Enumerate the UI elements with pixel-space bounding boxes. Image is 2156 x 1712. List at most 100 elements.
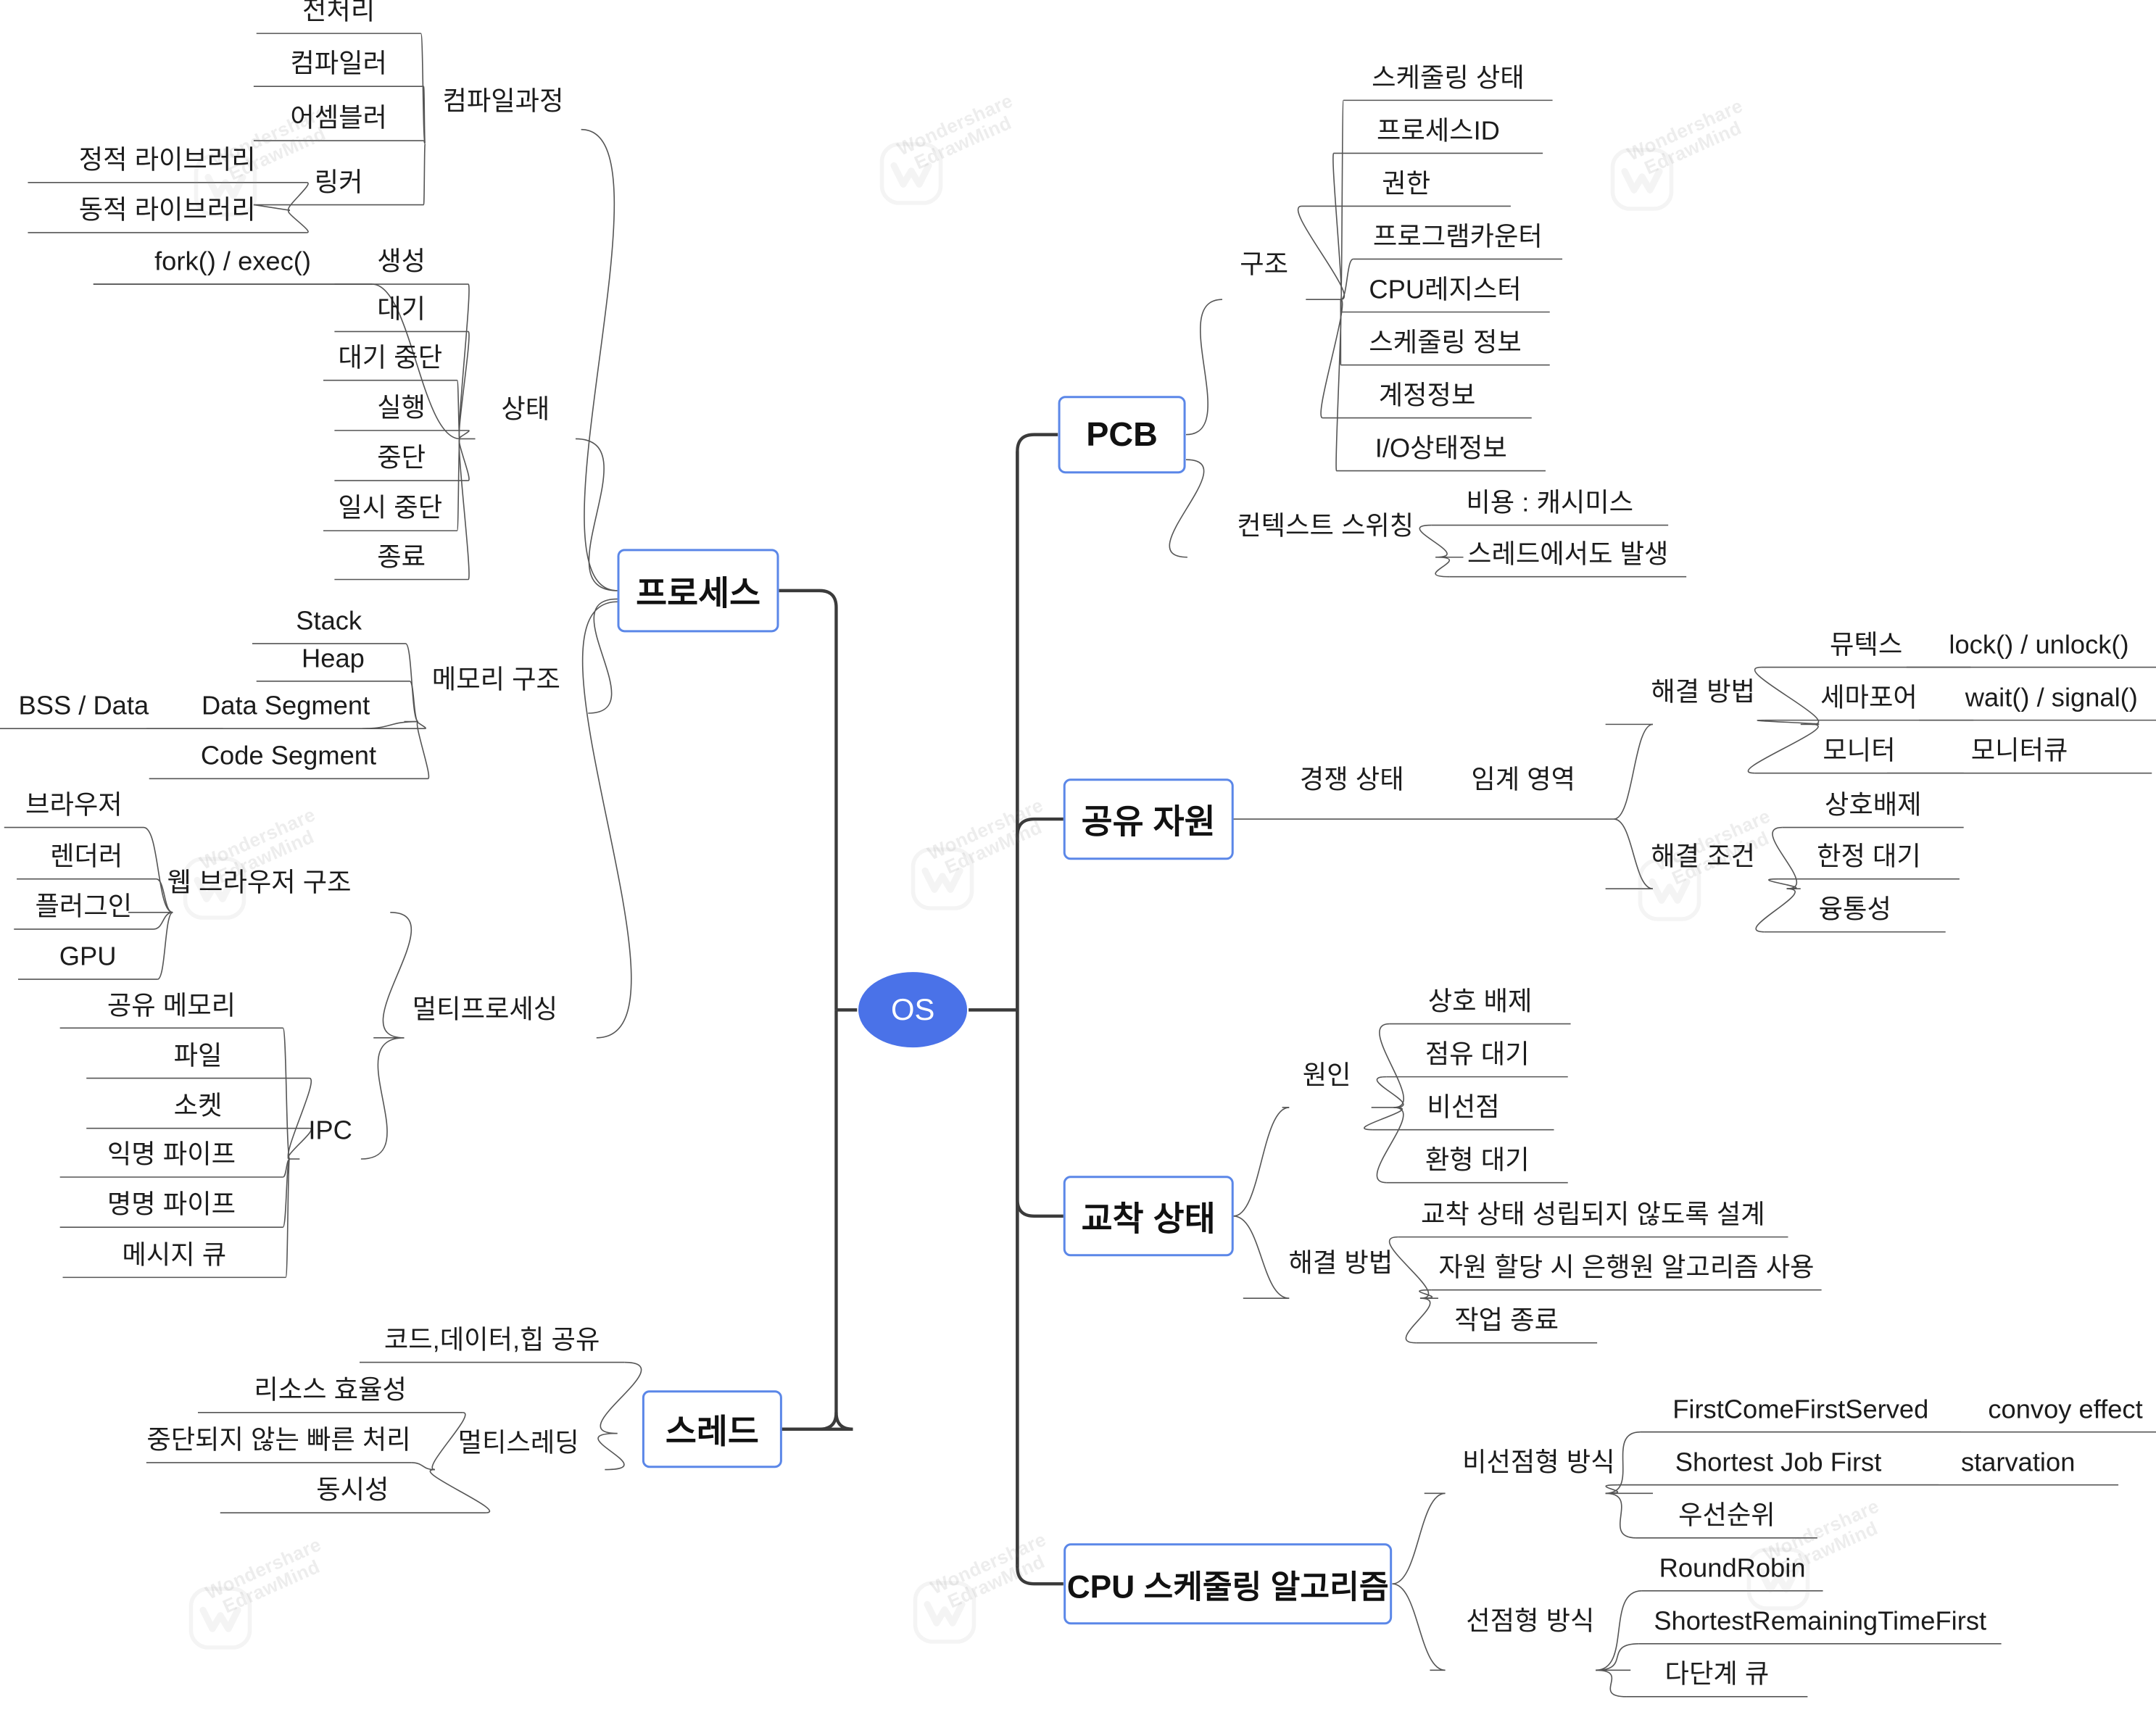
mindmap-leaf-round-robin[interactable]: RoundRobin bbox=[1659, 1555, 1806, 1588]
mindmap-leaf-fork-exec[interactable]: fork() / exec() bbox=[154, 248, 311, 281]
mindmap-leaf-mutex[interactable]: 뮤텍스 bbox=[1830, 631, 1902, 664]
mindmap-leaf-sched-info[interactable]: 스케줄링 정보 bbox=[1369, 329, 1522, 362]
mindmap-leaf-gpu[interactable]: GPU bbox=[59, 943, 117, 976]
watermark: Wondershare EdrawMind bbox=[926, 1528, 1050, 1613]
mindmap-leaf-lock-unlock[interactable]: lock() / unlock() bbox=[1949, 631, 2128, 664]
mindmap-leaf-linker[interactable]: 링커 bbox=[315, 169, 363, 201]
mindmap-leaf-code-data-heap-share[interactable]: 코드,데이터,힙 공유 bbox=[384, 1326, 600, 1359]
mindmap-leaf-file[interactable]: 파일 bbox=[174, 1042, 223, 1075]
mindmap-leaf-also-in-thread[interactable]: 스레드에서도 발생 bbox=[1467, 541, 1668, 573]
mindmap-leaf-socket[interactable]: 소켓 bbox=[174, 1092, 223, 1126]
mindmap-leaf-priority[interactable]: 우선순위 bbox=[1678, 1502, 1775, 1535]
mindmap-branch-cpusched[interactable]: CPU 스케줄링 알고리즘 bbox=[1063, 1543, 1393, 1624]
mindmap-leaf-hold-and-wait[interactable]: 점유 대기 bbox=[1425, 1041, 1530, 1073]
mindmap-leaf-flexibility[interactable]: 융통성 bbox=[1819, 896, 1891, 929]
mindmap-leaf-run[interactable]: 실행 bbox=[377, 394, 426, 428]
mindmap-root-os[interactable]: OS bbox=[858, 972, 968, 1048]
mindmap-leaf-assembler[interactable]: 어셈블러 bbox=[290, 104, 387, 138]
mindmap-leaf-state[interactable]: 상태 bbox=[501, 396, 550, 429]
mindmap-leaf-memory-struct[interactable]: 메모리 구조 bbox=[432, 666, 560, 699]
mindmap-branch-deadlock[interactable]: 교착 상태 bbox=[1063, 1176, 1234, 1257]
mindmap-branch-process[interactable]: 프로세스 bbox=[617, 549, 779, 633]
mindmap-leaf-static-lib[interactable]: 정적 라이브러리 bbox=[79, 146, 256, 180]
mindmap-leaf-mutual-exclusion[interactable]: 상호 배제 bbox=[1428, 988, 1533, 1021]
watermark-logo-icon bbox=[1609, 147, 1673, 215]
watermark: Wondershare EdrawMind bbox=[924, 794, 1047, 878]
mindmap-leaf-cpu-register[interactable]: CPU레지스터 bbox=[1369, 276, 1521, 309]
mindmap-leaf-wait-suspended[interactable]: 대기 중단 bbox=[338, 344, 442, 378]
mindmap-leaf-monitor[interactable]: 모니터 bbox=[1823, 737, 1895, 770]
mindmap-leaf-semaphore[interactable]: 세마포어 bbox=[1820, 684, 1917, 717]
mindmap-leaf-permission[interactable]: 권한 bbox=[1382, 170, 1430, 203]
mindmap-leaf-heap[interactable]: Heap bbox=[302, 645, 365, 678]
mindmap-leaf-terminate[interactable]: 종료 bbox=[377, 544, 426, 576]
mindmap-leaf-fast-no-interrupt[interactable]: 중단되지 않는 빠른 처리 bbox=[146, 1426, 410, 1460]
mindmap-leaf-convoy-effect[interactable]: convoy effect bbox=[1988, 1396, 2142, 1429]
mindmap-leaf-sjf[interactable]: Shortest Job First bbox=[1675, 1449, 1882, 1482]
mindmap-leaf-kill-task[interactable]: 작업 종료 bbox=[1454, 1307, 1559, 1340]
mindmap-leaf-circular-wait[interactable]: 환형 대기 bbox=[1425, 1147, 1530, 1180]
mindmap-leaf-stack[interactable]: Stack bbox=[296, 607, 362, 641]
mindmap-leaf-shared-memory[interactable]: 공유 메모리 bbox=[107, 992, 236, 1025]
mindmap-leaf-sched-state[interactable]: 스케줄링 상태 bbox=[1372, 64, 1525, 97]
mindmap-leaf-resource-efficiency[interactable]: 리소스 효율성 bbox=[254, 1376, 407, 1410]
mindmap-leaf-dynamic-lib[interactable]: 동적 라이브러리 bbox=[79, 196, 256, 230]
mindmap-leaf-srtf[interactable]: ShortestRemainingTimeFirst bbox=[1654, 1608, 1986, 1641]
mindmap-branch-thread[interactable]: 스레드 bbox=[642, 1390, 782, 1468]
mindmap-leaf-io-state-info[interactable]: I/O상태정보 bbox=[1375, 435, 1507, 468]
mindmap-leaf-fcfs[interactable]: FirstComeFirstServed bbox=[1672, 1396, 1928, 1429]
mindmap-leaf-suspend[interactable]: 중단 bbox=[377, 444, 426, 478]
mindmap-leaf-mutual-exclusion-s[interactable]: 상호배제 bbox=[1825, 791, 1922, 824]
mindmap-leaf-solution-condition[interactable]: 해결 조건 bbox=[1651, 843, 1755, 876]
mindmap-leaf-multithreading[interactable]: 멀티스레딩 bbox=[458, 1429, 579, 1463]
mindmap-leaf-multiprocessing[interactable]: 멀티프로세싱 bbox=[412, 996, 557, 1029]
mindmap-leaf-bss-data[interactable]: BSS / Data bbox=[19, 692, 149, 726]
mindmap-leaf-data-segment[interactable]: Data Segment bbox=[202, 692, 370, 726]
mindmap-leaf-structure[interactable]: 구조 bbox=[1240, 251, 1288, 284]
mindmap-leaf-temp-suspend[interactable]: 일시 중단 bbox=[338, 494, 442, 528]
mindmap-leaf-multilevel-queue[interactable]: 다단계 큐 bbox=[1665, 1661, 1770, 1694]
mindmap-leaf-context-switching[interactable]: 컨텍스트 스위칭 bbox=[1237, 512, 1414, 546]
mindmap-leaf-concurrency[interactable]: 동시성 bbox=[316, 1476, 389, 1510]
mindmap-leaf-bankers-algorithm[interactable]: 자원 할당 시 은행원 알고리즘 사용 bbox=[1438, 1254, 1814, 1287]
mindmap-leaf-cost-cache-miss[interactable]: 비용 : 캐시미스 bbox=[1466, 489, 1633, 522]
mindmap-leaf-design-no-deadlock[interactable]: 교착 상태 성립되지 않도록 설계 bbox=[1421, 1201, 1765, 1234]
mindmap-leaf-preprocess[interactable]: 전처리 bbox=[302, 0, 375, 30]
mindmap-leaf-compiler[interactable]: 컴파일러 bbox=[290, 50, 387, 83]
watermark: Wondershare EdrawMind bbox=[1623, 94, 1746, 179]
mindmap-branch-shared[interactable]: 공유 자원 bbox=[1063, 778, 1234, 860]
mindmap-leaf-solution-method[interactable]: 해결 방법 bbox=[1651, 678, 1755, 712]
mindmap-leaf-process-id[interactable]: 프로세스ID bbox=[1377, 117, 1500, 150]
mindmap-branch-pcb[interactable]: PCB bbox=[1058, 395, 1186, 474]
mindmap-leaf-starvation[interactable]: starvation bbox=[1961, 1449, 2075, 1482]
mindmap-leaf-preemptive[interactable]: 선점형 방식 bbox=[1466, 1608, 1594, 1641]
mindmap-leaf-nonpreemptive[interactable]: 비선점형 방식 bbox=[1462, 1449, 1615, 1482]
watermark-logo-icon bbox=[910, 847, 974, 914]
mindmap-leaf-deadlock-solution[interactable]: 해결 방법 bbox=[1289, 1250, 1393, 1283]
mindmap-leaf-message-queue[interactable]: 메시지 큐 bbox=[122, 1241, 226, 1274]
mindmap-leaf-bounded-wait[interactable]: 한정 대기 bbox=[1817, 843, 1921, 876]
watermark-logo-icon bbox=[879, 141, 943, 209]
mindmap-leaf-cause[interactable]: 원인 bbox=[1303, 1061, 1351, 1094]
mindmap-leaf-no-preemption[interactable]: 비선점 bbox=[1427, 1094, 1499, 1126]
mindmap-leaf-race-condition[interactable]: 경쟁 상태 bbox=[1300, 766, 1404, 799]
mindmap-leaf-web-browser-struct[interactable]: 웹 브라우저 구조 bbox=[167, 869, 352, 902]
mindmap-leaf-ipc[interactable]: IPC bbox=[308, 1117, 352, 1150]
mindmap-leaf-account-info[interactable]: 계정정보 bbox=[1379, 382, 1476, 415]
mindmap-leaf-compile-process[interactable]: 컴파일과정 bbox=[442, 88, 563, 121]
mindmap-leaf-critical-section[interactable]: 임계 영역 bbox=[1471, 766, 1575, 799]
mindmap-leaf-monitor-queue[interactable]: 모니터큐 bbox=[1971, 737, 2068, 770]
mindmap-leaf-wait[interactable]: 대기 bbox=[377, 295, 426, 328]
mindmap-leaf-anon-pipe[interactable]: 익명 파이프 bbox=[107, 1141, 236, 1174]
watermark-logo-icon bbox=[913, 1581, 977, 1648]
mindmap-leaf-program-counter[interactable]: 프로그램카운터 bbox=[1373, 223, 1543, 256]
mindmap-leaf-browser[interactable]: 브라우저 bbox=[25, 791, 123, 824]
mindmap-leaf-named-pipe[interactable]: 명명 파이프 bbox=[107, 1191, 236, 1224]
mindmap-leaf-code-segment[interactable]: Code Segment bbox=[201, 742, 376, 776]
mindmap-leaf-create[interactable]: 생성 bbox=[377, 248, 426, 281]
watermark: Wondershare EdrawMind bbox=[202, 1533, 325, 1618]
mindmap-leaf-renderer[interactable]: 렌더러 bbox=[50, 843, 123, 876]
watermark-logo-icon bbox=[188, 1586, 252, 1653]
mindmap-leaf-wait-signal[interactable]: wait() / signal() bbox=[1965, 684, 2138, 717]
mindmap-leaf-plugin[interactable]: 플러그인 bbox=[36, 893, 133, 926]
